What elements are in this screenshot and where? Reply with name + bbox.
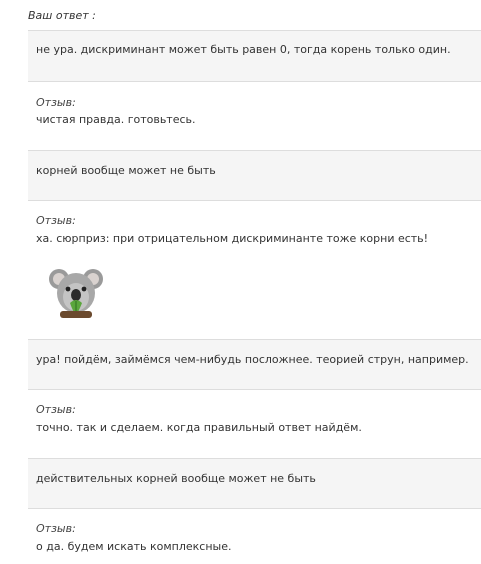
feedback-text: ха. сюрприз: при отрицательном дискримин… bbox=[36, 232, 429, 245]
your-answer-heading: Ваш ответ : bbox=[28, 9, 96, 22]
koala-sticker-icon bbox=[48, 263, 104, 319]
answer-option-3[interactable]: ура! пойдём, займёмся чем-нибудь посложн… bbox=[28, 339, 481, 389]
feedback-label: Отзыв: bbox=[36, 96, 76, 109]
feedback-text: чистая правда. готовьтесь. bbox=[36, 113, 196, 126]
feedback-2: Отзыв: ха. сюрприз: при отрицательном ди… bbox=[28, 200, 481, 339]
answer-option-2[interactable]: корней вообще может не быть bbox=[28, 150, 481, 200]
feedback-text: точно. так и сделаем. когда правильный о… bbox=[36, 421, 362, 434]
answer-option-1[interactable]: не ура. дискриминант может быть равен 0,… bbox=[28, 30, 481, 81]
answer-text: действительных корней вообще может не бы… bbox=[36, 472, 316, 485]
answers-container: Ваш ответ : не ура. дискриминант может б… bbox=[0, 0, 481, 564]
feedback-3: Отзыв: точно. так и сделаем. когда прави… bbox=[28, 389, 481, 458]
feedback-label: Отзыв: bbox=[36, 214, 76, 227]
answer-text: ура! пойдём, займёмся чем-нибудь посложн… bbox=[36, 353, 469, 366]
answer-option-4[interactable]: действительных корней вообще может не бы… bbox=[28, 458, 481, 508]
feedback-text: о да. будем искать комплексные. bbox=[36, 540, 232, 553]
feedback-1: Отзыв: чистая правда. готовьтесь. bbox=[28, 81, 481, 150]
answer-text: не ура. дискриминант может быть равен 0,… bbox=[36, 43, 451, 56]
feedback-label: Отзыв: bbox=[36, 403, 76, 416]
feedback-4: Отзыв: о да. будем искать комплексные. bbox=[28, 508, 481, 564]
answer-text: корней вообще может не быть bbox=[36, 164, 216, 177]
feedback-label: Отзыв: bbox=[36, 522, 76, 535]
